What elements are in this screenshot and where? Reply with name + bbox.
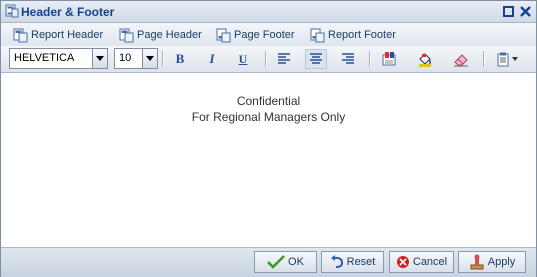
toolbar-separator <box>483 51 485 67</box>
tab-label: Report Header <box>31 29 104 41</box>
header-footer-dialog: Header & Footer Report Header Page Heade… <box>0 0 537 277</box>
title-bar: Header & Footer <box>1 1 536 23</box>
tab-report-header[interactable]: Report Header <box>13 26 103 44</box>
tab-label: Page Footer <box>234 29 295 41</box>
tab-report-footer[interactable]: Report Footer <box>310 26 396 44</box>
report-header-icon <box>13 28 28 42</box>
italic-button[interactable]: I <box>201 49 223 69</box>
clear-format-button[interactable] <box>450 49 472 69</box>
align-right-button[interactable] <box>337 49 359 69</box>
chevron-down-icon[interactable] <box>142 49 157 68</box>
bold-label: B <box>175 51 185 66</box>
font-family-value: HELVETICA <box>14 52 75 64</box>
underline-label: U <box>238 51 248 66</box>
font-family-select[interactable]: HELVETICA <box>9 48 108 69</box>
chevron-down-icon[interactable] <box>92 49 107 68</box>
insert-field-icon <box>382 52 396 66</box>
align-center-icon <box>310 53 322 64</box>
apply-label: Apply <box>487 256 516 268</box>
cancel-label: Cancel <box>412 256 448 268</box>
content-line: Confidential <box>236 94 301 108</box>
paint-bucket-icon <box>419 53 431 67</box>
align-center-button[interactable] <box>305 49 327 69</box>
editor-content-area[interactable]: Confidential For Regional Managers Only <box>1 73 536 246</box>
fill-color-button[interactable] <box>414 49 436 69</box>
page-footer-icon <box>216 28 231 42</box>
window-title: Header & Footer <box>21 5 115 19</box>
checkmark-icon <box>267 255 285 269</box>
align-left-icon <box>278 53 290 64</box>
align-left-button[interactable] <box>273 49 295 69</box>
options-menu-button[interactable] <box>491 49 525 69</box>
tab-label: Report Footer <box>328 29 396 41</box>
reset-label: Reset <box>346 256 376 268</box>
toolbar-separator <box>369 51 371 67</box>
italic-label: I <box>209 51 215 66</box>
header-footer-icon <box>5 4 19 18</box>
tab-page-footer[interactable]: Page Footer <box>216 26 295 44</box>
bold-button[interactable]: B <box>169 49 191 69</box>
toolbar-separator <box>162 51 164 67</box>
chevron-down-icon <box>512 57 518 61</box>
eraser-icon <box>454 54 468 67</box>
document-icon <box>497 52 509 66</box>
format-toolbar: HELVETICA 10 B I U <box>1 46 536 73</box>
underline-button[interactable]: U <box>232 49 254 69</box>
close-icon[interactable] <box>519 5 532 18</box>
section-tabs: Report Header Page Header Page Footer Re… <box>1 23 536 46</box>
cancel-button[interactable]: Cancel <box>389 251 454 273</box>
ok-button[interactable]: OK <box>254 251 317 273</box>
maximize-icon[interactable] <box>502 5 515 18</box>
tab-label: Page Header <box>137 29 202 41</box>
font-size-value: 10 <box>119 52 132 64</box>
align-right-icon <box>342 53 354 64</box>
report-footer-icon <box>310 28 325 42</box>
undo-arrow-icon <box>330 255 343 268</box>
cancel-icon <box>396 256 409 268</box>
reset-button[interactable]: Reset <box>321 251 384 273</box>
font-size-select[interactable]: 10 <box>114 48 158 69</box>
content-line: For Regional Managers Only <box>191 110 346 124</box>
insert-field-button[interactable] <box>378 49 400 69</box>
dialog-footer: OK Reset Cancel Apply <box>1 247 536 277</box>
stamp-icon <box>470 254 484 270</box>
toolbar-separator <box>265 51 267 67</box>
apply-button[interactable]: Apply <box>458 251 526 273</box>
tab-page-header[interactable]: Page Header <box>119 26 202 44</box>
page-header-icon <box>119 28 134 42</box>
ok-label: OK <box>288 256 304 268</box>
